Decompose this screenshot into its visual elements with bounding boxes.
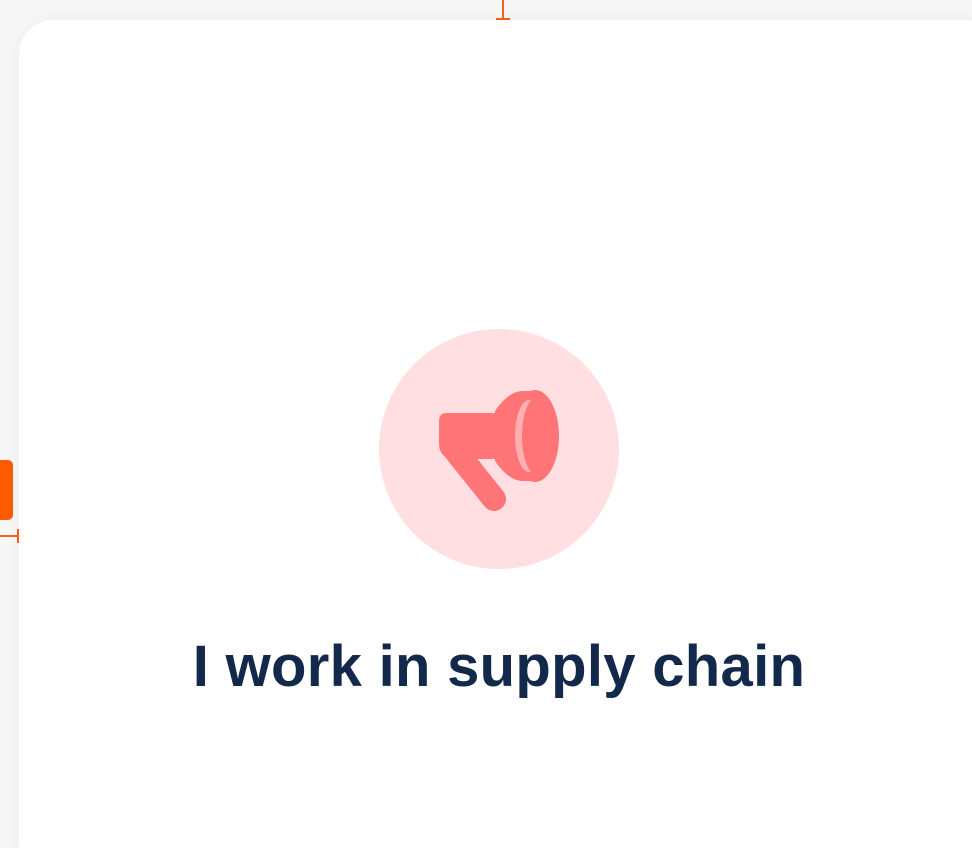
- top-guide-marker: [502, 0, 504, 20]
- side-feedback-tab[interactable]: [0, 460, 13, 520]
- icon-circle: [379, 329, 619, 569]
- left-guide-marker-cap: [17, 529, 19, 543]
- canvas: I work in supply chain: [0, 0, 972, 848]
- left-guide-marker: [0, 535, 18, 537]
- card-title: I work in supply chain: [192, 634, 806, 699]
- megaphone-icon: [439, 390, 559, 511]
